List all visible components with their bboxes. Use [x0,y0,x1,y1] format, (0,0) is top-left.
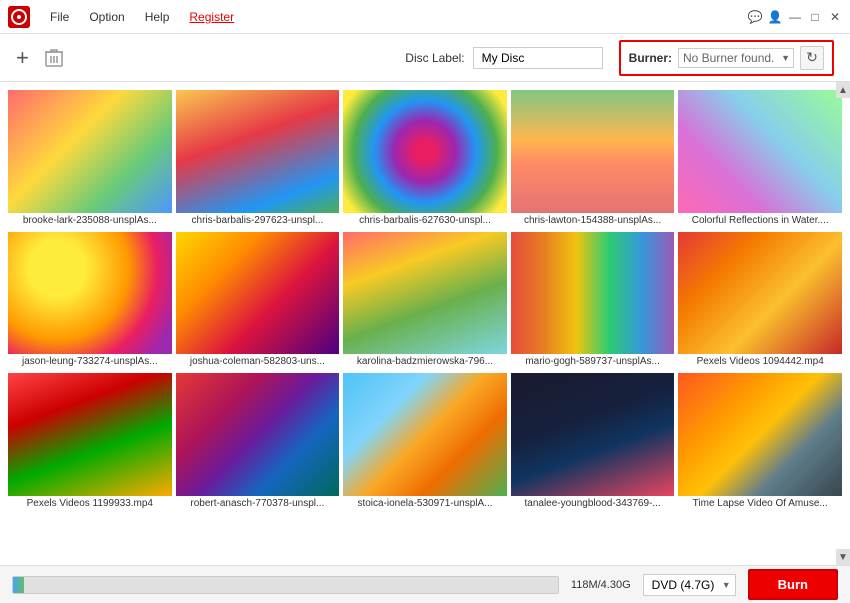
item-caption: Colorful Reflections in Water.... [678,213,842,228]
menu-register[interactable]: Register [185,8,238,26]
thumbnail [176,373,340,496]
progress-bar [12,576,559,594]
delete-button[interactable] [45,48,63,68]
disc-label-text: Disc Label: [405,51,464,65]
list-item[interactable]: Colorful Reflections in Water.... [678,90,842,228]
burner-select-wrap: No Burner found. [678,48,794,68]
thumbnail [8,373,172,496]
list-item[interactable]: robert-anasch-770378-unspl... [176,373,340,511]
menu-bar: File Option Help Register [46,8,238,26]
app-logo [8,6,30,28]
list-item[interactable]: karolina-badzmierowska-796... [343,232,507,370]
thumbnail [511,90,675,213]
list-item[interactable]: tanalee-youngblood-343769-... [511,373,675,511]
list-item[interactable]: chris-lawton-154388-unsplAs... [511,90,675,228]
thumbnail [511,232,675,355]
burner-section: Burner: No Burner found. ↻ [619,40,834,76]
list-item[interactable]: joshua-coleman-582803-uns... [176,232,340,370]
disc-label-input[interactable] [473,47,603,69]
scroll-up-arrow[interactable]: ▲ [836,82,850,98]
main-content: ▲ brooke-lark-235088-unsplAs... chris-bar… [0,82,850,565]
burner-select[interactable]: No Burner found. [678,48,794,68]
disc-type-wrap: DVD (4.7G) DVD (8.5G) BD-25 BD-50 [643,574,736,596]
thumbnail [8,232,172,355]
list-item[interactable]: jason-leung-733274-unsplAs... [8,232,172,370]
item-caption: chris-lawton-154388-unsplAs... [511,213,675,228]
thumbnail [678,232,842,355]
item-caption: Time Lapse Video Of Amuse... [678,496,842,511]
bottom-bar: 118M/4.30G DVD (4.7G) DVD (8.5G) BD-25 B… [0,565,850,603]
list-item[interactable]: chris-barbalis-297623-unspl... [176,90,340,228]
thumbnail [343,90,507,213]
list-item[interactable]: stoica-ionela-530971-unsplA... [343,373,507,511]
item-caption: stoica-ionela-530971-unsplA... [343,496,507,511]
list-item[interactable]: Time Lapse Video Of Amuse... [678,373,842,511]
item-caption: Pexels Videos 1094442.mp4 [678,354,842,369]
title-bar: File Option Help Register 💬 👤 — □ ✕ [0,0,850,34]
scroll-down-arrow[interactable]: ▼ [836,549,850,565]
add-button[interactable]: + [16,47,29,69]
thumbnail [343,373,507,496]
window-controls: 💬 👤 — □ ✕ [748,10,842,24]
item-caption: chris-barbalis-297623-unspl... [176,213,340,228]
menu-help[interactable]: Help [141,8,174,26]
list-item[interactable]: chris-barbalis-627630-unspl... [343,90,507,228]
item-caption: chris-barbalis-627630-unspl... [343,213,507,228]
list-item[interactable]: brooke-lark-235088-unsplAs... [8,90,172,228]
burner-label: Burner: [629,51,672,65]
menu-file[interactable]: File [46,8,73,26]
size-label: 118M/4.30G [571,579,631,591]
maximize-button[interactable]: □ [808,10,822,24]
disc-label-section: Disc Label: [405,47,602,69]
chat-icon[interactable]: 💬 [748,10,762,24]
thumbnail [176,90,340,213]
refresh-button[interactable]: ↻ [800,46,824,70]
thumbnail [511,373,675,496]
progress-fill [13,577,24,593]
thumbnail [8,90,172,213]
close-button[interactable]: ✕ [828,10,842,24]
list-item[interactable]: mario-gogh-589737-unsplAs... [511,232,675,370]
thumbnail [678,373,842,496]
minimize-button[interactable]: — [788,10,802,24]
item-caption: brooke-lark-235088-unsplAs... [8,213,172,228]
item-caption: Pexels Videos 1199933.mp4 [8,496,172,511]
burn-button[interactable]: Burn [748,569,838,600]
item-caption: jason-leung-733274-unsplAs... [8,354,172,369]
media-grid: brooke-lark-235088-unsplAs... chris-barba… [0,82,850,565]
list-item[interactable]: Pexels Videos 1094442.mp4 [678,232,842,370]
item-caption: joshua-coleman-582803-uns... [176,354,340,369]
disc-type-select[interactable]: DVD (4.7G) DVD (8.5G) BD-25 BD-50 [643,574,736,596]
item-caption: tanalee-youngblood-343769-... [511,496,675,511]
menu-option[interactable]: Option [85,8,128,26]
list-item[interactable]: Pexels Videos 1199933.mp4 [8,373,172,511]
thumbnail [176,232,340,355]
thumbnail [343,232,507,355]
item-caption: karolina-badzmierowska-796... [343,354,507,369]
toolbar: + Disc Label: Burner: No Burner found. ↻ [0,34,850,82]
item-caption: robert-anasch-770378-unspl... [176,496,340,511]
item-caption: mario-gogh-589737-unsplAs... [511,354,675,369]
thumbnail [678,90,842,213]
user-icon[interactable]: 👤 [768,10,782,24]
